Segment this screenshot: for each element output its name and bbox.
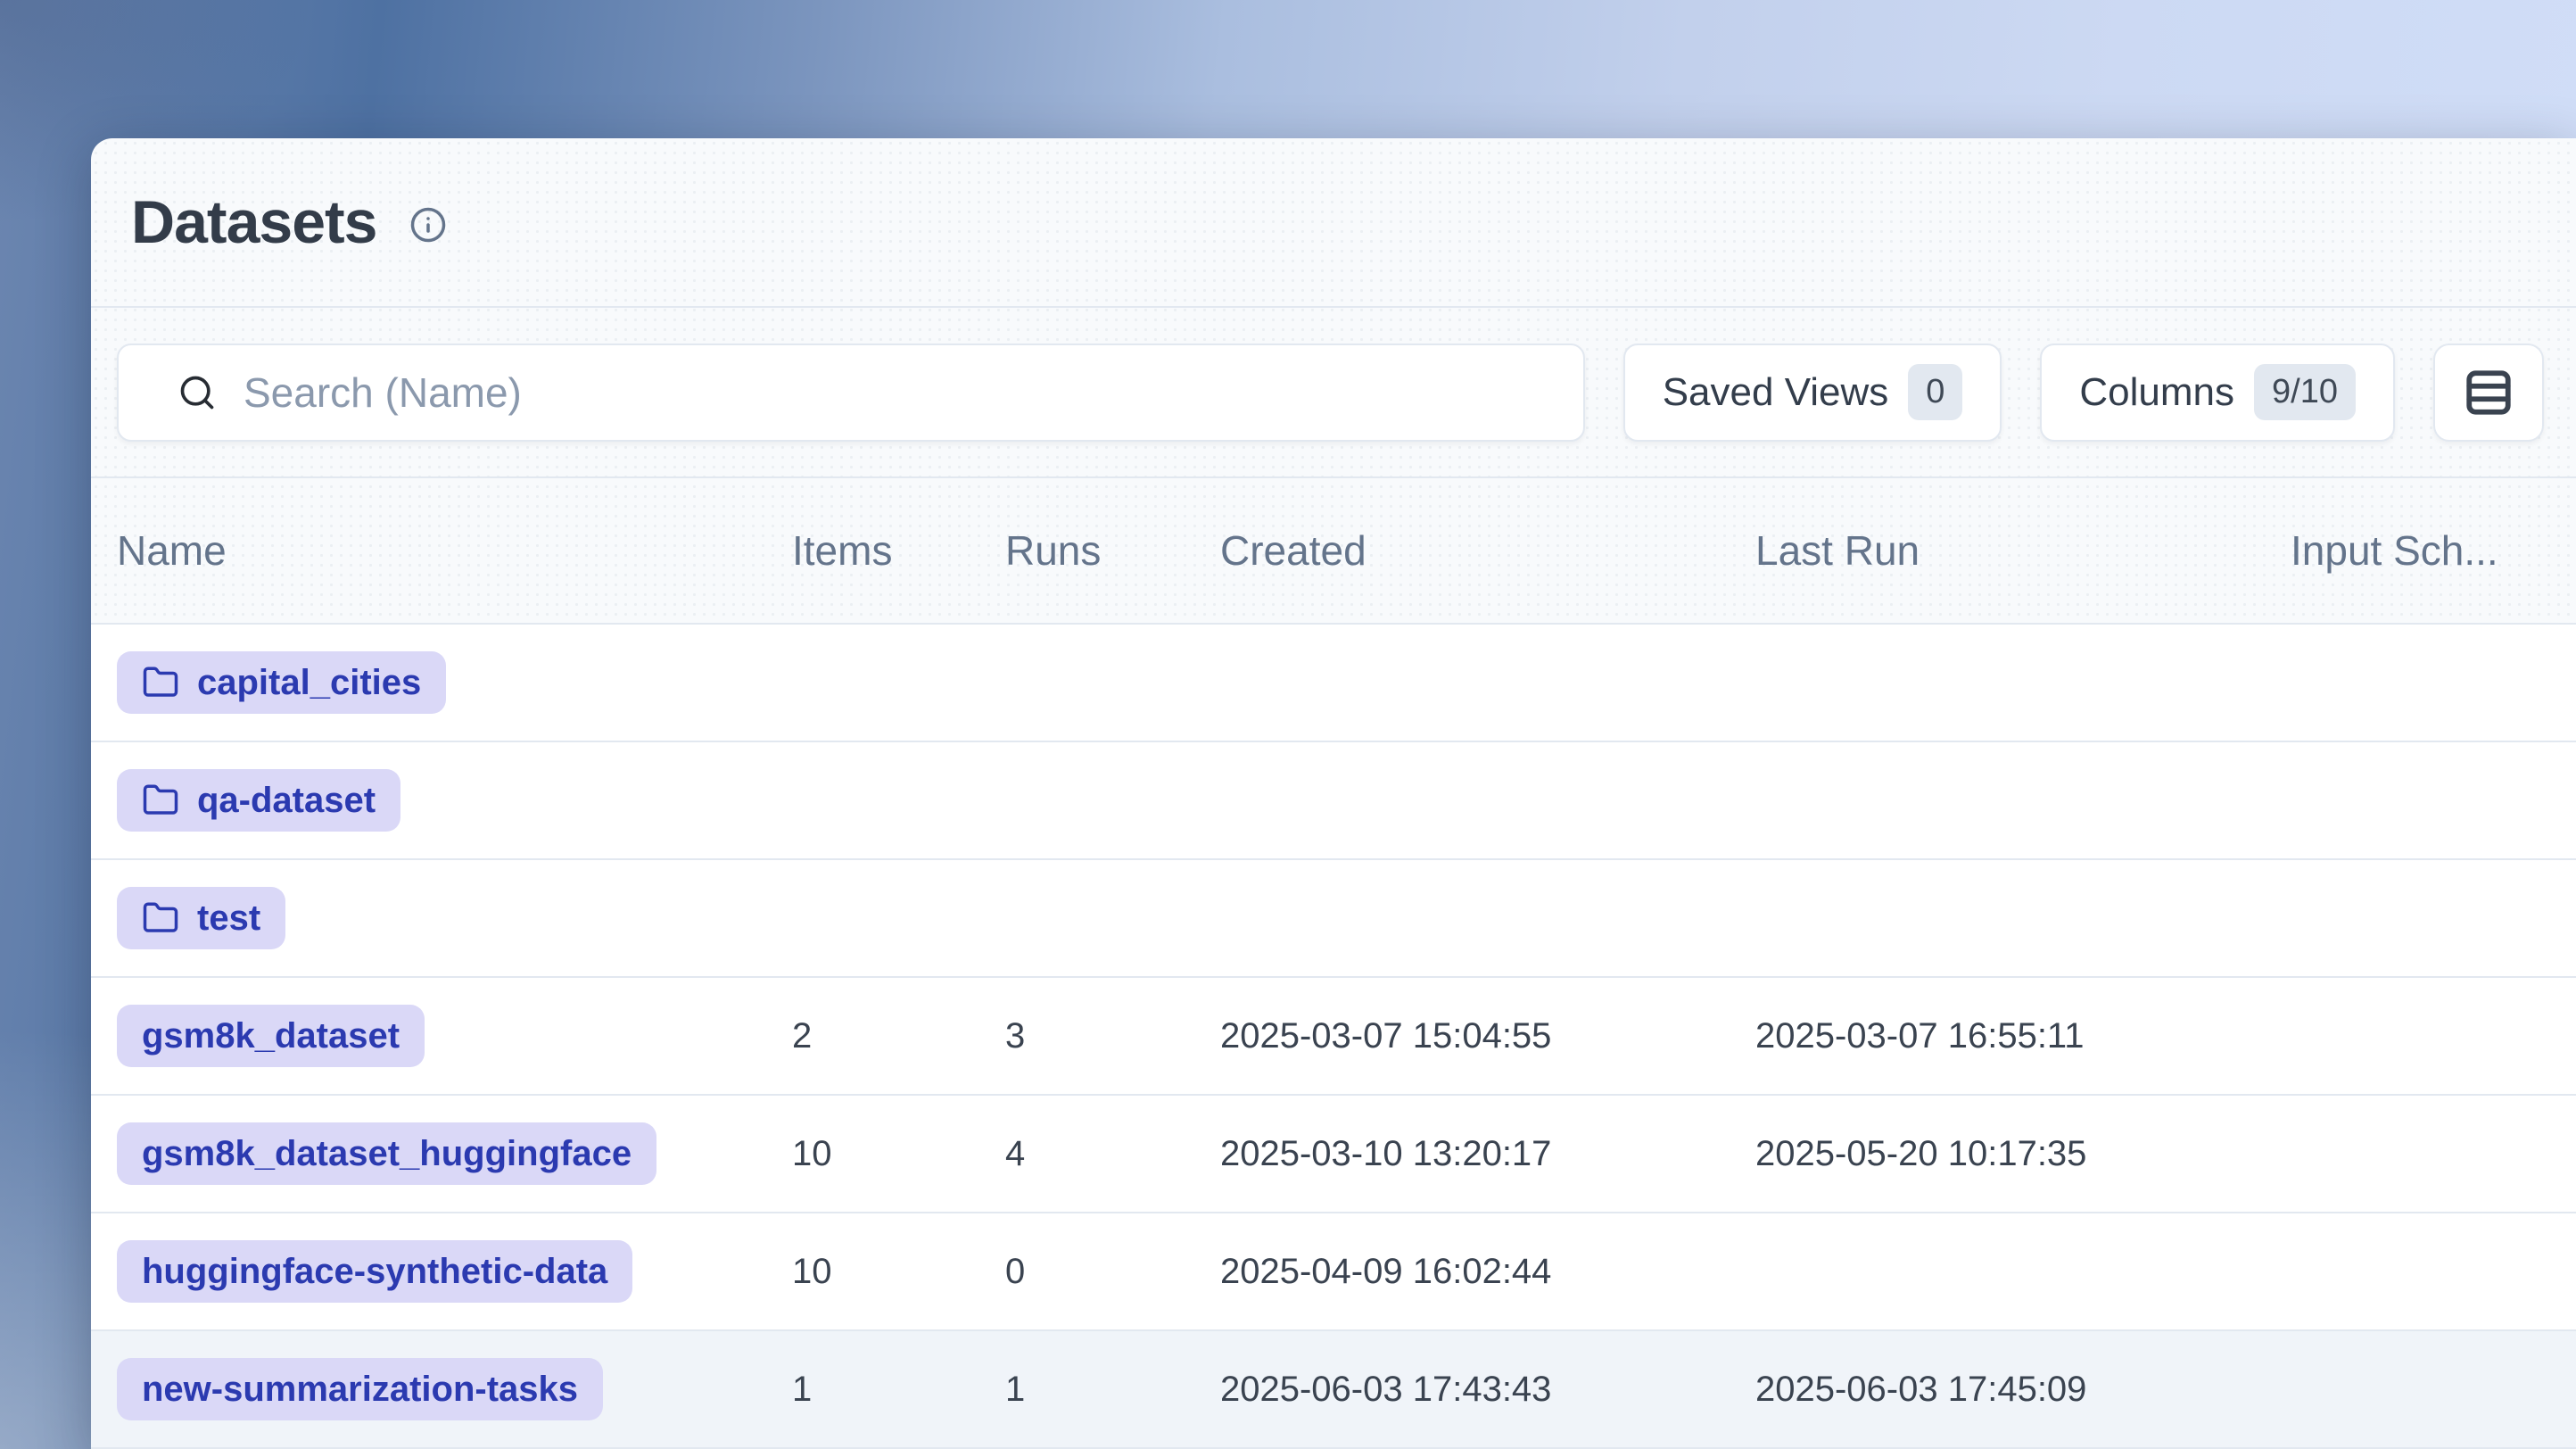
column-header-runs[interactable]: Runs bbox=[1005, 526, 1220, 575]
folder-icon bbox=[142, 664, 179, 701]
saved-views-button[interactable]: Saved Views 0 bbox=[1623, 344, 2002, 442]
cell-runs: 3 bbox=[1005, 1016, 1220, 1056]
folder-name-badge[interactable]: capital_cities bbox=[117, 651, 446, 714]
column-header-name[interactable]: Name bbox=[117, 526, 792, 575]
cell-last-run: 2025-03-07 16:55:11 bbox=[1755, 1016, 2291, 1056]
cell-items: 1 bbox=[792, 1370, 1005, 1410]
table-row[interactable]: gsm8k_dataset_huggingface 1042025-03-10 1… bbox=[91, 1096, 2576, 1213]
columns-button[interactable]: Columns 9/10 bbox=[2040, 344, 2395, 442]
datasets-panel: Datasets Saved Views 0 Columns 9/10 Name… bbox=[91, 138, 2576, 1449]
cell-last-run: 2025-05-20 10:17:35 bbox=[1755, 1134, 2291, 1174]
dataset-name-label: new-summarization-tasks bbox=[142, 1370, 578, 1410]
saved-views-label: Saved Views bbox=[1663, 370, 1889, 415]
cell-name: huggingface-synthetic-data bbox=[117, 1240, 792, 1303]
dataset-name-badge[interactable]: gsm8k_dataset_huggingface bbox=[117, 1122, 656, 1185]
page-title: Datasets bbox=[131, 187, 377, 257]
table-row[interactable]: qa-dataset bbox=[91, 742, 2576, 860]
columns-count-badge: 9/10 bbox=[2254, 364, 2356, 420]
table-row[interactable]: gsm8k_dataset 232025-03-07 15:04:552025-0… bbox=[91, 978, 2576, 1096]
dataset-name-badge[interactable]: new-summarization-tasks bbox=[117, 1358, 603, 1420]
cell-created: 2025-04-09 16:02:44 bbox=[1220, 1252, 1755, 1292]
cell-runs: 4 bbox=[1005, 1134, 1220, 1174]
table-row[interactable]: huggingface-synthetic-data 1002025-04-09 … bbox=[91, 1213, 2576, 1331]
table-row[interactable]: capital_cities bbox=[91, 625, 2576, 742]
folder-icon bbox=[142, 782, 179, 819]
toolbar: Saved Views 0 Columns 9/10 bbox=[91, 308, 2576, 478]
cell-name: new-summarization-tasks bbox=[117, 1358, 792, 1420]
column-header-last-run[interactable]: Last Run bbox=[1755, 526, 2291, 575]
dataset-name-label: capital_cities bbox=[197, 663, 421, 703]
cell-name: qa-dataset bbox=[117, 769, 792, 832]
dataset-name-label: gsm8k_dataset_huggingface bbox=[142, 1134, 632, 1174]
saved-views-count-badge: 0 bbox=[1908, 364, 1962, 420]
column-header-input-sch[interactable]: Input Sch... bbox=[2291, 526, 2576, 575]
search-box bbox=[117, 344, 1585, 442]
cell-items: 2 bbox=[792, 1016, 1005, 1056]
row-height-button[interactable] bbox=[2433, 344, 2544, 442]
page-header: Datasets bbox=[91, 138, 2576, 308]
column-header-items[interactable]: Items bbox=[792, 526, 1005, 575]
dataset-name-badge[interactable]: huggingface-synthetic-data bbox=[117, 1240, 632, 1303]
table-header-row: NameItemsRunsCreatedLast RunInput Sch... bbox=[91, 478, 2576, 625]
cell-name: gsm8k_dataset bbox=[117, 1005, 792, 1067]
table-row[interactable]: test bbox=[91, 860, 2576, 978]
folder-icon bbox=[142, 899, 179, 937]
dataset-name-label: qa-dataset bbox=[197, 781, 376, 821]
dataset-name-label: test bbox=[197, 898, 260, 939]
dataset-name-badge[interactable]: gsm8k_dataset bbox=[117, 1005, 425, 1067]
folder-name-badge[interactable]: qa-dataset bbox=[117, 769, 400, 832]
cell-name: test bbox=[117, 887, 792, 949]
dataset-name-label: huggingface-synthetic-data bbox=[142, 1252, 607, 1292]
cell-items: 10 bbox=[792, 1134, 1005, 1174]
cell-runs: 1 bbox=[1005, 1370, 1220, 1410]
dataset-name-label: gsm8k_dataset bbox=[142, 1016, 400, 1056]
cell-runs: 0 bbox=[1005, 1252, 1220, 1292]
cell-items: 10 bbox=[792, 1252, 1005, 1292]
cell-last-run: 2025-06-03 17:45:09 bbox=[1755, 1370, 2291, 1410]
cell-name: capital_cities bbox=[117, 651, 792, 714]
cell-created: 2025-06-03 17:43:43 bbox=[1220, 1370, 1755, 1410]
cell-name: gsm8k_dataset_huggingface bbox=[117, 1122, 792, 1185]
info-icon[interactable] bbox=[409, 206, 447, 244]
search-icon bbox=[178, 373, 217, 412]
table-row[interactable]: new-summarization-tasks112025-06-03 17:4… bbox=[91, 1331, 2576, 1449]
datasets-table: NameItemsRunsCreatedLast RunInput Sch...… bbox=[91, 478, 2576, 1449]
column-header-created[interactable]: Created bbox=[1220, 526, 1755, 575]
folder-name-badge[interactable]: test bbox=[117, 887, 285, 949]
search-input[interactable] bbox=[244, 368, 1551, 417]
cell-created: 2025-03-10 13:20:17 bbox=[1220, 1134, 1755, 1174]
rows-icon bbox=[2463, 367, 2514, 418]
columns-label: Columns bbox=[2079, 370, 2234, 415]
cell-created: 2025-03-07 15:04:55 bbox=[1220, 1016, 1755, 1056]
table-body: capital_cities qa-dataset test gsm8k_datase… bbox=[91, 625, 2576, 1449]
